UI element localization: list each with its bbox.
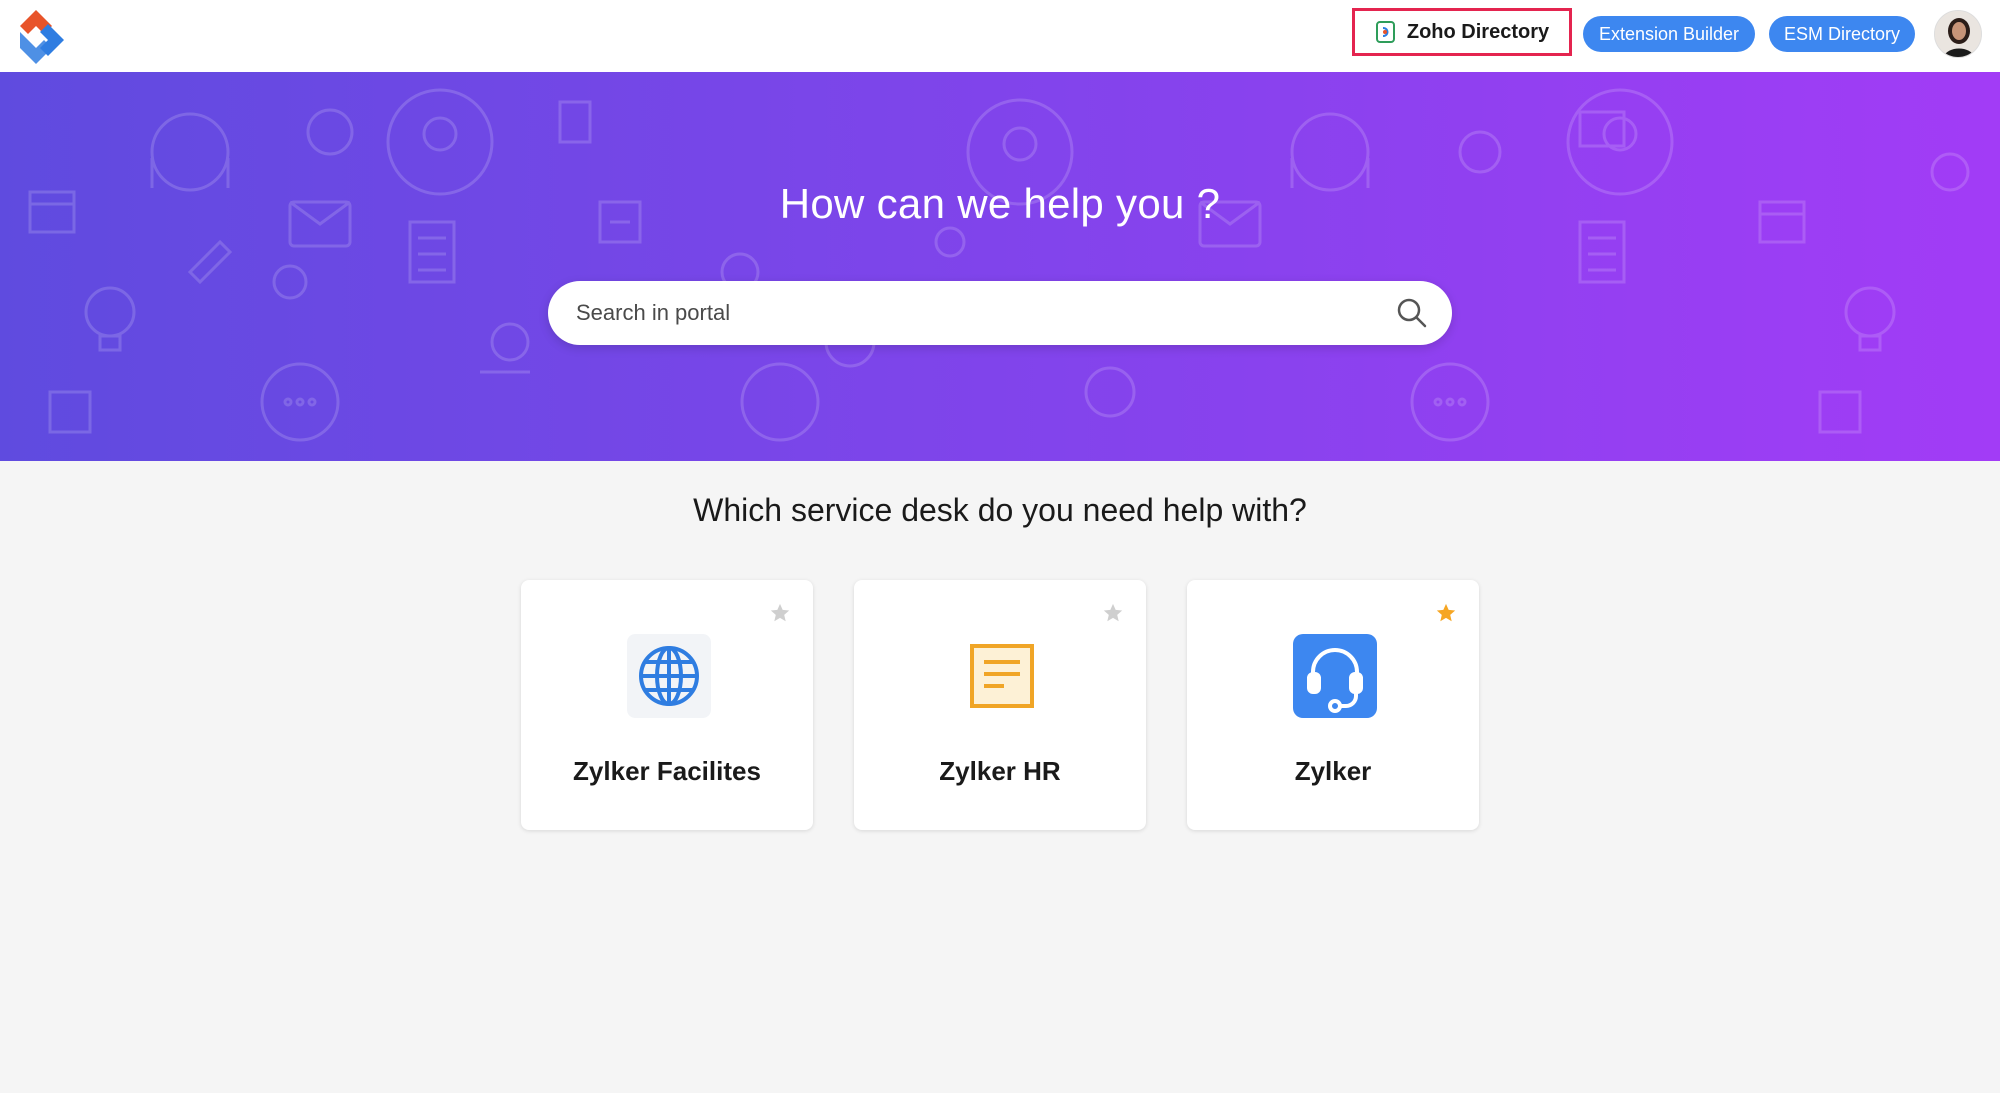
- globe-icon: [627, 634, 711, 718]
- extension-builder-label: Extension Builder: [1598, 23, 1740, 44]
- hero-pattern-icon: [28, 88, 1970, 442]
- hero-title: How can we help you ?: [779, 180, 1221, 227]
- hero-banner: How can we help you ?: [0, 72, 2000, 461]
- zoho-directory-label: Zoho Directory: [1406, 20, 1550, 43]
- service-desk-card-facilities[interactable]: Zylker Facilites: [521, 580, 813, 830]
- service-desk-name: Zylker Facilites: [573, 756, 761, 786]
- service-desk-name: Zylker: [1294, 756, 1372, 786]
- service-desk-card-zylker[interactable]: Zylker: [1187, 580, 1479, 830]
- star-icon[interactable]: [1102, 602, 1124, 624]
- top-bar: Zoho Directory Extension Builder ESM Dir…: [0, 0, 2000, 72]
- esm-directory-label: ESM Directory: [1783, 23, 1900, 44]
- service-desk-name: Zylker HR: [939, 756, 1061, 786]
- search-bar[interactable]: [548, 281, 1452, 345]
- zoho-directory-button[interactable]: Zoho Directory: [1352, 8, 1572, 56]
- esm-directory-button[interactable]: ESM Directory: [1769, 16, 1915, 52]
- app-logo-icon[interactable]: [12, 6, 72, 66]
- search-icon[interactable]: [1396, 297, 1428, 329]
- service-desk-card-hr[interactable]: Zylker HR: [854, 580, 1146, 830]
- headset-icon: [1293, 634, 1377, 718]
- document-icon: [970, 644, 1034, 708]
- search-input[interactable]: [576, 281, 1376, 345]
- extension-builder-button[interactable]: Extension Builder: [1583, 16, 1755, 52]
- user-avatar[interactable]: [1934, 10, 1982, 58]
- star-icon[interactable]: [1435, 602, 1457, 624]
- star-icon[interactable]: [769, 602, 791, 624]
- user-avatar-icon: [1935, 11, 1981, 57]
- zoho-directory-icon: [1375, 21, 1395, 43]
- section-title: Which service desk do you need help with…: [693, 492, 1307, 528]
